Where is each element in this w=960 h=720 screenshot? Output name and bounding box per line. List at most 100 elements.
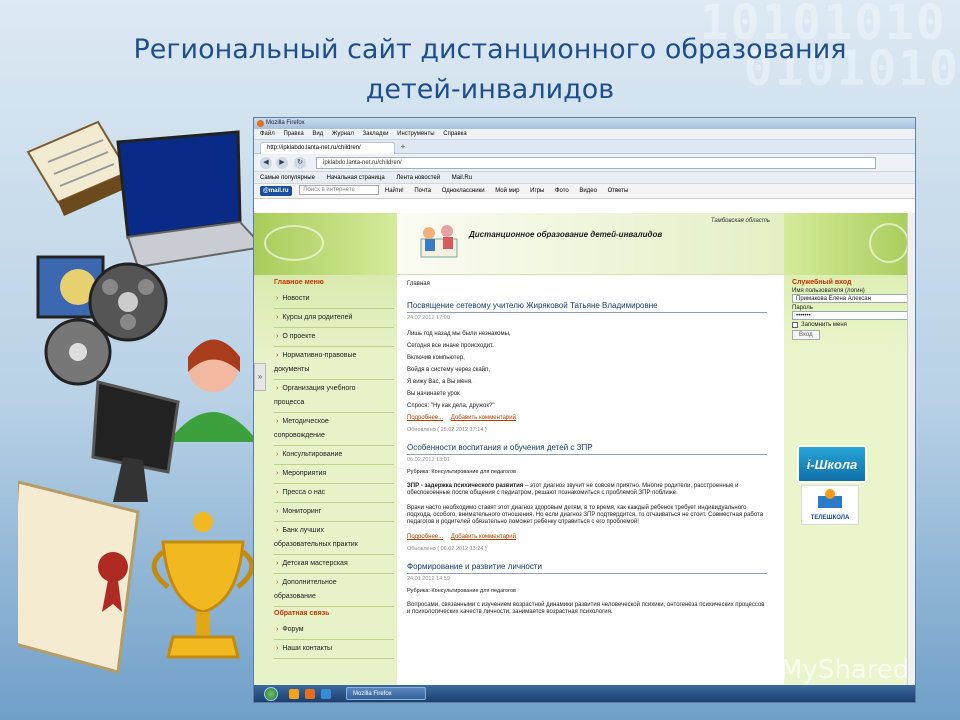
mailru-link-games[interactable]: Игры — [530, 188, 544, 194]
ishkola-banner[interactable]: i-Школа — [797, 445, 867, 483]
mailru-link-photo[interactable]: Фото — [555, 188, 569, 194]
address-bar[interactable]: ipklabdo.lanta-net.ru/children/ — [316, 157, 876, 169]
start-button[interactable] — [264, 686, 278, 701]
article: Формирование и развитие личности 24.01.2… — [407, 562, 767, 616]
nav-item-contacts[interactable]: Наши контакты — [274, 640, 394, 659]
window-titlebar: Mozilla Firefox — [254, 118, 915, 129]
nav-item-study-organization[interactable]: Организация учебного — [274, 380, 394, 394]
quicklaunch-explorer-icon[interactable] — [289, 688, 299, 699]
nav-item-news[interactable]: Новости — [274, 290, 394, 309]
nav-item-additional-education[interactable]: Дополнительное — [274, 574, 394, 588]
bookmark-most-visited[interactable]: Самые популярные — [260, 175, 315, 181]
menu-tools[interactable]: Инструменты — [397, 131, 434, 137]
forward-button[interactable]: ▶ — [276, 157, 288, 169]
site-title: Дистанционное образование детей-инвалидо… — [469, 230, 663, 239]
nav-item-forum[interactable]: Форум — [274, 621, 394, 640]
nav-item-parent-courses[interactable]: Курсы для родителей — [274, 309, 394, 328]
menu-file[interactable]: Файл — [260, 131, 275, 137]
menu-bookmarks[interactable]: Закладки — [363, 131, 389, 137]
children-reading-icon — [420, 225, 458, 258]
page-scrollbar[interactable] — [907, 213, 915, 687]
slide-title-line1: Региональный сайт дистанционного образов… — [133, 34, 847, 65]
articles-area: Главная Посвящение сетевому учителю Жиря… — [407, 281, 767, 626]
collapse-sidebar-button[interactable]: » — [254, 363, 266, 391]
firefox-logo-icon — [257, 120, 264, 127]
mailru-link-myworld[interactable]: Мой мир — [495, 188, 519, 194]
article-links: Подробнее... Добавить комментарий — [407, 534, 767, 540]
mailru-link-answers[interactable]: Ответы — [608, 188, 629, 194]
article-title[interactable]: Особенности воспитания и обучения детей … — [407, 443, 767, 455]
mailru-link-ok[interactable]: Одноклассники — [442, 188, 485, 194]
back-button[interactable]: ◀ — [260, 157, 272, 169]
nav-item-study-organization-cont[interactable]: процесса — [274, 394, 394, 413]
nav-item-events[interactable]: Мероприятия — [274, 465, 394, 484]
mailru-link-mail[interactable]: Почта — [414, 188, 431, 194]
remember-checkbox[interactable] — [792, 322, 798, 328]
read-more-link[interactable]: Подробнее... — [407, 534, 443, 540]
navigation-toolbar: ◀ ▶ ↻ ipklabdo.lanta-net.ru/children/ — [254, 154, 915, 172]
mailru-link-video[interactable]: Видео — [579, 188, 597, 194]
password-input[interactable]: ••••••• — [792, 311, 910, 320]
article-title[interactable]: Посвящение сетевому учителю Жиряковой Та… — [407, 301, 767, 313]
poem-line: Включив компьютер, — [407, 355, 465, 361]
main-menu-heading: Главное меню — [274, 279, 324, 286]
login-heading: Служебный вход — [792, 279, 852, 286]
remember-me[interactable]: Запомнить меня — [792, 322, 910, 328]
poem-line: Я вижу Вас, а Вы меня. — [407, 379, 473, 385]
taskbar-firefox-task[interactable]: Mozilla Firefox — [346, 687, 426, 700]
nav-item-regulations-cont[interactable]: документы — [274, 361, 394, 380]
mailru-toolbar: @mail.ru Поиск в интернете Найти! Почта … — [254, 184, 915, 199]
article-title[interactable]: Формирование и развитие личности — [407, 562, 767, 574]
article-paragraph: Врачи часто необходимо ставят этот диагн… — [407, 505, 764, 525]
poem-line: Спрося: "Ну как дела, дружок?" — [407, 403, 495, 409]
nav-item-best-practices-cont[interactable]: образовательных практик — [274, 536, 394, 555]
nav-item-regulations[interactable]: Нормативно-правовые — [274, 347, 394, 361]
menu-history[interactable]: Журнал — [332, 131, 354, 137]
poem-line: Сегодня все иначе происходит. — [407, 343, 494, 349]
right-header-decoration — [784, 213, 915, 275]
login-button[interactable]: Вход — [792, 330, 820, 340]
mailru-find-button[interactable]: Найти! — [385, 188, 404, 194]
menu-help[interactable]: Справка — [443, 131, 467, 137]
certificate-icon — [18, 480, 140, 674]
menu-edit[interactable]: Правка — [283, 131, 303, 137]
new-tab-button[interactable]: + — [397, 142, 409, 153]
article-rubric: Рубрика: Консультирование для педагогов — [407, 588, 516, 594]
nav-item-about[interactable]: О проекте — [274, 328, 394, 347]
mailru-search-input[interactable]: Поиск в интернете — [299, 185, 380, 196]
add-comment-link[interactable]: Добавить комментарий — [451, 534, 516, 540]
article-paragraph: Вопросами, связанными с изучением возрас… — [407, 602, 765, 615]
read-more-link[interactable]: Подробнее... — [407, 415, 443, 421]
bookmark-start-page[interactable]: Начальная страница — [327, 175, 385, 181]
nav-item-monitoring[interactable]: Мониторинг — [274, 503, 394, 522]
reload-button[interactable]: ↻ — [294, 157, 306, 169]
nav-item-methodical[interactable]: Методическое — [274, 413, 394, 427]
nav-item-consulting[interactable]: Консультирование — [274, 446, 394, 465]
quicklaunch-ie-icon[interactable] — [321, 688, 331, 699]
education-clipart-illustration — [18, 120, 265, 674]
teleshkola-banner[interactable]: ТЕЛЕШКОЛА — [801, 485, 859, 525]
bookmark-news-feed[interactable]: Лента новостей — [396, 175, 440, 181]
article: Особенности воспитания и обучения детей … — [407, 443, 767, 552]
article-rubric: Рубрика: Консультирование для педагогов — [407, 469, 516, 475]
tab-strip: http://ipklabdo.lanta-net.ru/children/ + — [254, 140, 915, 154]
browser-tab[interactable]: http://ipklabdo.lanta-net.ru/children/ — [260, 142, 395, 154]
article-date: 24.02.2012 17:00 — [407, 315, 450, 321]
add-comment-link[interactable]: Добавить комментарий — [451, 415, 516, 421]
region-label: Тамбовская область — [710, 218, 770, 224]
left-header-decoration — [254, 213, 397, 275]
menu-view[interactable]: Вид — [312, 131, 323, 137]
teleshkola-label: ТЕЛЕШКОЛА — [810, 515, 850, 521]
nav-item-methodical-cont[interactable]: сопровождение — [274, 427, 394, 446]
main-content: Тамбовская область Дистанционное образов… — [397, 213, 784, 687]
article-paragraph: ЗПР - задержка психического развития – э… — [407, 483, 767, 497]
mailru-logo[interactable]: @mail.ru — [260, 186, 292, 196]
nav-item-press[interactable]: Пресса о нас — [274, 484, 394, 503]
quicklaunch-firefox-icon[interactable] — [305, 688, 315, 699]
nav-item-best-practices[interactable]: Банк лучших — [274, 522, 394, 536]
username-input[interactable]: Примакова Елена Алексан — [792, 294, 910, 303]
bookmark-mailru[interactable]: Mail.Ru — [452, 175, 472, 181]
nav-item-additional-education-cont[interactable]: образование — [274, 588, 394, 607]
slide-title-line2: детей-инвалидов — [365, 74, 615, 105]
nav-item-kids-workshop[interactable]: Детская мастерская — [274, 555, 394, 574]
